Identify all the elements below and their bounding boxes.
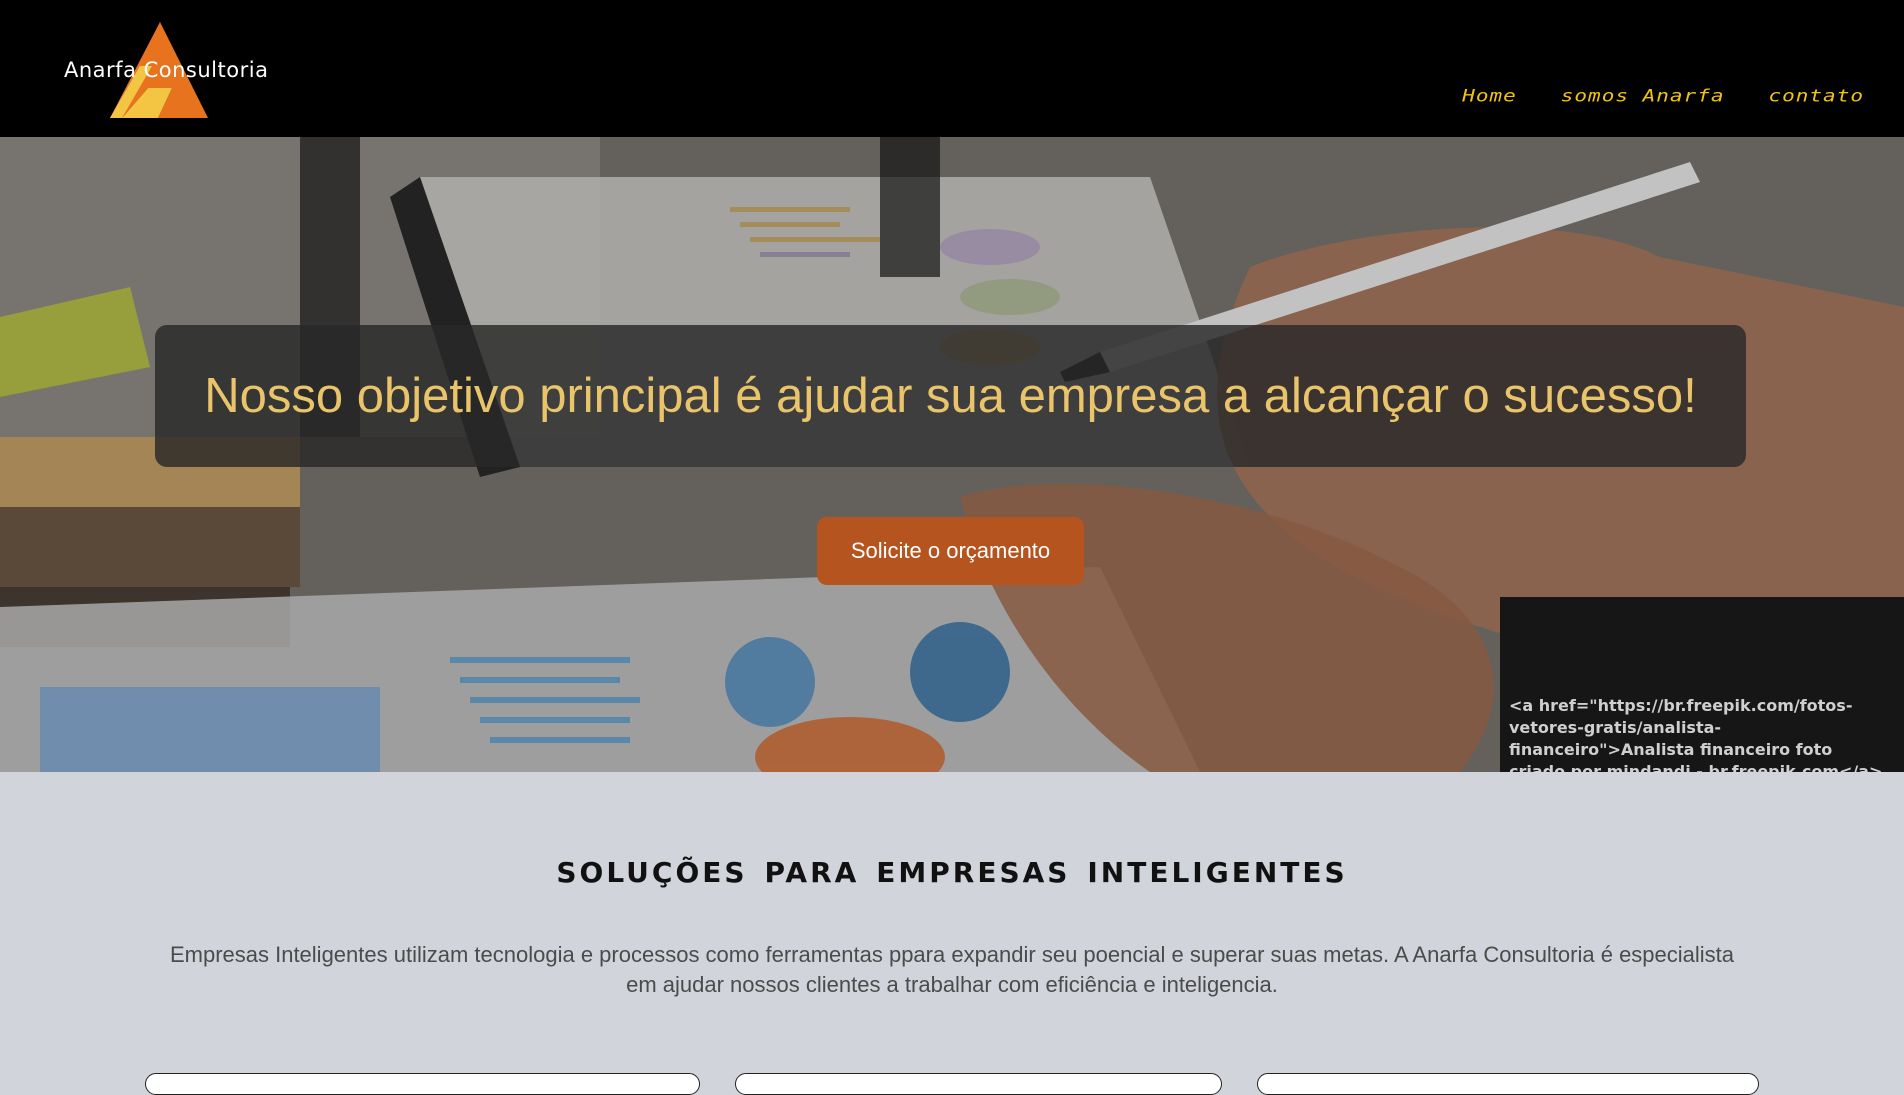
solution-card [1257, 1073, 1759, 1095]
hero-headline: Nosso objetivo principal é ajudar sua em… [204, 369, 1697, 423]
hero-banner: Nosso objetivo principal é ajudar sua em… [0, 137, 1904, 772]
section-description: Empresas Inteligentes utilizam tecnologi… [169, 942, 1735, 997]
nav-about-link[interactable]: somos Anarfa [1561, 86, 1725, 105]
image-credit: <a href="https://br.freepik.com/fotos-ve… [1509, 696, 1883, 772]
navbar: Anarfa Consultoria Home somos Anarfa con… [0, 0, 1904, 137]
main-nav: Home somos Anarfa contato [1462, 84, 1864, 108]
solution-card [735, 1073, 1222, 1095]
solution-card [145, 1073, 700, 1095]
nav-home-link[interactable]: Home [1462, 86, 1517, 105]
headline-box: Nosso objetivo principal é ajudar sua em… [155, 325, 1746, 467]
brand-logo[interactable]: Anarfa Consultoria [62, 18, 272, 122]
brand-name: Anarfa Consultoria [64, 58, 269, 82]
nav-contact-link[interactable]: contato [1768, 86, 1864, 105]
request-quote-button[interactable]: Solicite o orçamento [817, 517, 1084, 585]
section-title: soluções para empresas inteligentes [556, 846, 1348, 892]
